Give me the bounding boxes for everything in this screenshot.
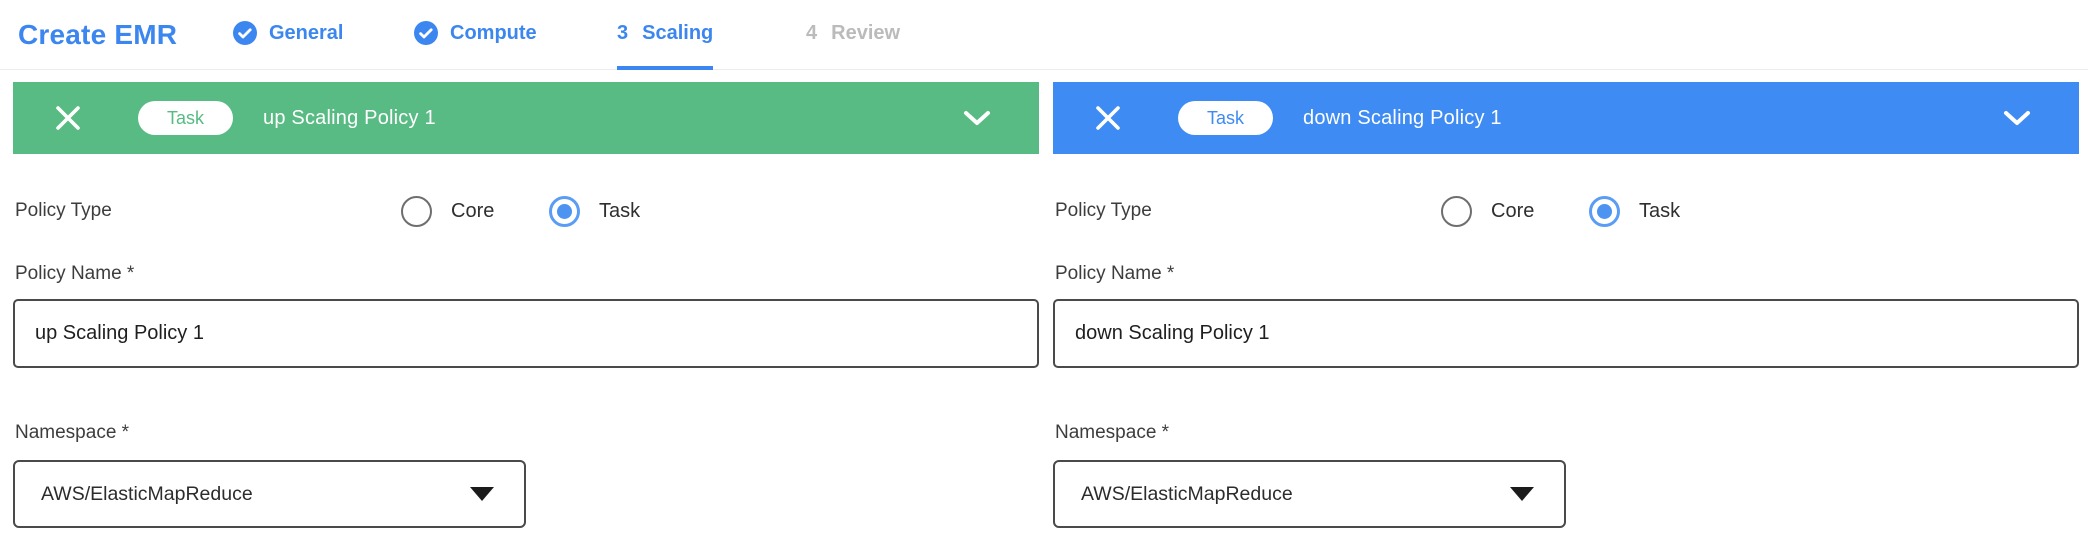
namespace-select[interactable]: AWS/ElasticMapReduce [1053, 460, 1566, 528]
radio-option-task[interactable]: Task [549, 194, 640, 228]
policy-bar-title: up Scaling Policy 1 [263, 107, 436, 130]
chevron-down-icon[interactable] [2003, 110, 2031, 127]
tab-label: Review [831, 22, 900, 45]
tab-step-number: 3 [617, 22, 628, 45]
policy-type-label: Policy Type [15, 200, 112, 222]
namespace-label: Namespace * [1055, 422, 1169, 444]
wizard-header: Create EMR General Compute 3 Scaling 4 R… [0, 0, 2088, 70]
tab-compute[interactable]: Compute [414, 0, 537, 70]
page-title: Create EMR [18, 0, 177, 70]
policy-type-badge: Task [1178, 101, 1273, 135]
tab-review[interactable]: 4 Review [806, 0, 900, 70]
policy-name-input[interactable] [13, 299, 1039, 368]
radio-core-label: Core [1491, 200, 1534, 223]
policy-name-label: Policy Name * [1055, 263, 1174, 285]
policy-type-row: Policy Type Core Task [1053, 194, 2079, 228]
namespace-selected-value: AWS/ElasticMapReduce [41, 483, 253, 506]
create-emr-page: Create EMR General Compute 3 Scaling 4 R… [0, 0, 2088, 548]
policy-bar-title: down Scaling Policy 1 [1303, 107, 1502, 130]
policy-name-input[interactable] [1053, 299, 2079, 368]
dropdown-caret-icon [470, 487, 494, 501]
radio-option-core[interactable]: Core [1441, 194, 1534, 228]
tab-scaling[interactable]: 3 Scaling [617, 0, 713, 70]
tab-step-number: 4 [806, 22, 817, 45]
policy-type-label: Policy Type [1055, 200, 1152, 222]
namespace-select[interactable]: AWS/ElasticMapReduce [13, 460, 526, 528]
radio-task-label: Task [599, 200, 640, 223]
scale-down-policy-panel: Task down Scaling Policy 1 Policy Type C… [1053, 82, 2079, 542]
scale-down-policy-header-bar[interactable]: Task down Scaling Policy 1 [1053, 82, 2079, 154]
close-icon[interactable] [53, 103, 83, 133]
radio-task[interactable] [1589, 196, 1620, 227]
namespace-selected-value: AWS/ElasticMapReduce [1081, 483, 1293, 506]
radio-core-label: Core [451, 200, 494, 223]
tab-general[interactable]: General [233, 0, 343, 70]
radio-core[interactable] [1441, 196, 1472, 227]
scale-up-policy-panel: Task up Scaling Policy 1 Policy Type Cor… [13, 82, 1039, 542]
tab-label: General [269, 22, 343, 45]
check-circle-icon [414, 21, 438, 45]
radio-option-task[interactable]: Task [1589, 194, 1680, 228]
close-icon[interactable] [1093, 103, 1123, 133]
policy-type-badge: Task [138, 101, 233, 135]
policy-name-label: Policy Name * [15, 263, 134, 285]
tab-label: Scaling [642, 22, 713, 45]
check-circle-icon [233, 21, 257, 45]
radio-option-core[interactable]: Core [401, 194, 494, 228]
dropdown-caret-icon [1510, 487, 1534, 501]
policy-type-row: Policy Type Core Task [13, 194, 1039, 228]
radio-task-label: Task [1639, 200, 1680, 223]
namespace-label: Namespace * [15, 422, 129, 444]
scale-up-policy-header-bar[interactable]: Task up Scaling Policy 1 [13, 82, 1039, 154]
radio-task[interactable] [549, 196, 580, 227]
radio-core[interactable] [401, 196, 432, 227]
tab-label: Compute [450, 22, 537, 45]
chevron-down-icon[interactable] [963, 110, 991, 127]
